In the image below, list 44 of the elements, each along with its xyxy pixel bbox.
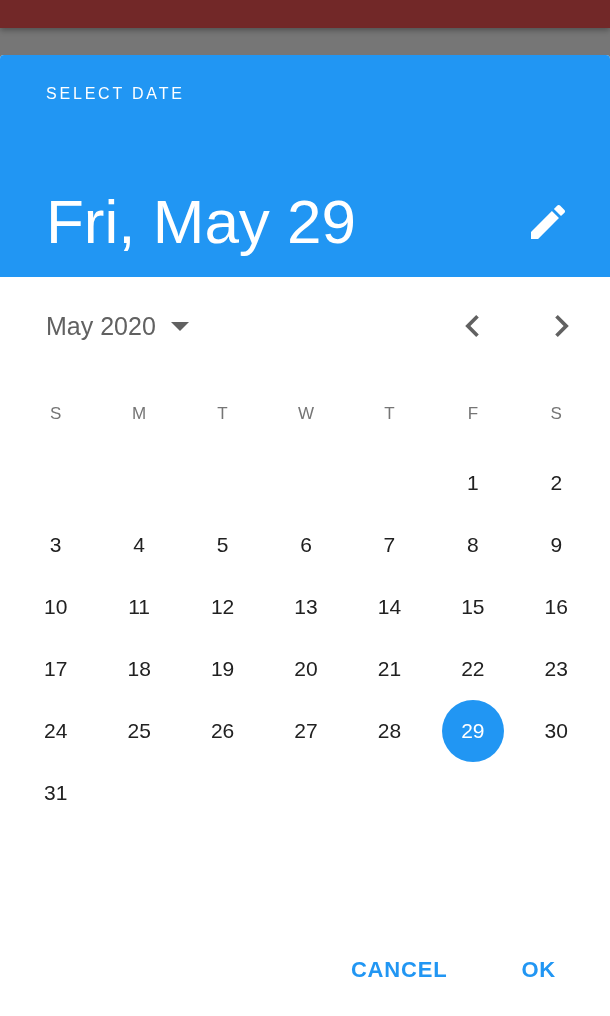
weekday-label: T: [384, 404, 395, 424]
day-button[interactable]: 25: [127, 719, 151, 743]
pencil-icon: [531, 205, 565, 239]
day-button[interactable]: 27: [294, 719, 318, 743]
chevron-right-icon: [555, 315, 569, 337]
dialog-overline: SELECT DATE: [46, 85, 185, 103]
weekday-label: W: [297, 404, 314, 424]
caret-down-icon: [170, 321, 189, 331]
day-button[interactable]: 23: [544, 657, 568, 681]
day-button[interactable]: 14: [377, 595, 402, 619]
weekday-label: S: [50, 404, 62, 424]
day-button[interactable]: 8: [467, 533, 479, 557]
day-button[interactable]: 19: [210, 657, 235, 681]
day-button[interactable]: 15: [461, 595, 485, 619]
day-button[interactable]: 1: [467, 471, 479, 495]
weekday-label: F: [467, 404, 479, 424]
day-button[interactable]: 28: [377, 719, 402, 743]
day-button[interactable]: 11: [128, 595, 151, 619]
day-button[interactable]: 6: [300, 533, 312, 557]
day-button[interactable]: 22: [461, 657, 485, 681]
day-button[interactable]: 13: [294, 595, 318, 619]
day-button[interactable]: 5: [216, 533, 229, 557]
day-button[interactable]: 12: [210, 595, 235, 619]
day-button[interactable]: 2: [550, 471, 563, 495]
day-button[interactable]: 21: [377, 657, 402, 681]
day-button[interactable]: 10: [44, 595, 68, 619]
day-button[interactable]: 26: [210, 719, 235, 743]
day-button[interactable]: 18: [127, 657, 151, 681]
day-button[interactable]: 4: [133, 533, 145, 557]
day-button[interactable]: 9: [550, 533, 563, 557]
weekday-label: T: [217, 404, 228, 424]
day-button[interactable]: 16: [544, 595, 568, 619]
weekday-label: S: [550, 404, 562, 424]
weekday-label: M: [132, 404, 147, 424]
day-button[interactable]: 24: [44, 719, 68, 743]
month-year-dropdown[interactable]: May 2020: [46, 311, 189, 341]
day-button[interactable]: 3: [49, 533, 62, 557]
day-button[interactable]: 30: [544, 719, 568, 743]
selected-date-headline: Fri, May 29: [46, 186, 357, 258]
day-button[interactable]: 20: [294, 657, 318, 681]
day-button[interactable]: 17: [44, 657, 68, 681]
chevron-left-icon: [465, 315, 479, 337]
day-button[interactable]: 31: [44, 781, 68, 805]
day-button[interactable]: 7: [383, 533, 396, 557]
